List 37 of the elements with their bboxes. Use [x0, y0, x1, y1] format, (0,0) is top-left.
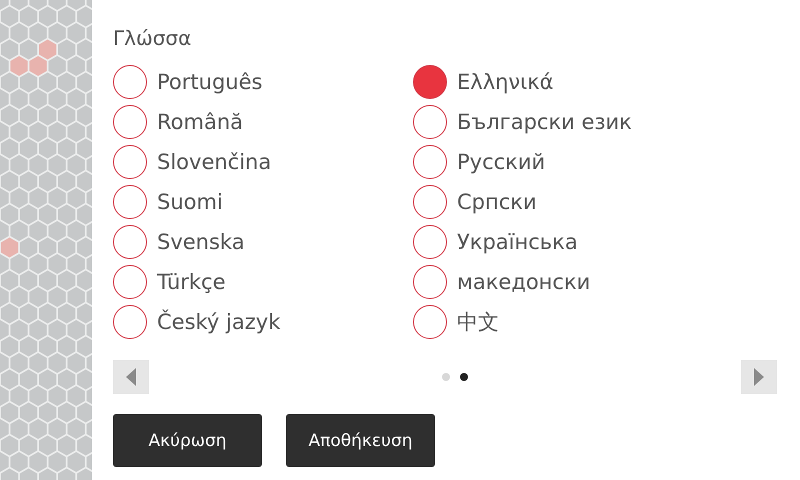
language-label[interactable]: Türkçe	[157, 270, 226, 294]
previous-page-button[interactable]	[113, 360, 149, 394]
language-label[interactable]: Český jazyk	[157, 310, 280, 334]
radio-button[interactable]	[413, 145, 447, 179]
language-label[interactable]: Suomi	[157, 190, 223, 214]
radio-button[interactable]	[113, 265, 147, 299]
radio-button[interactable]	[113, 305, 147, 339]
language-label[interactable]: Ελληνικά	[457, 70, 554, 94]
language-label[interactable]: Українська	[457, 230, 578, 254]
radio-button[interactable]	[413, 265, 447, 299]
language-label[interactable]: Português	[157, 70, 262, 94]
next-page-button[interactable]	[741, 360, 777, 394]
radio-button[interactable]	[413, 185, 447, 219]
language-label[interactable]: Svenska	[157, 230, 245, 254]
page-dot[interactable]	[460, 373, 468, 381]
save-button[interactable]: Αποθήκευση	[286, 414, 435, 467]
section-title: Γλώσσα	[113, 25, 192, 52]
language-label[interactable]: Slovenčina	[157, 150, 272, 174]
radio-button[interactable]	[413, 305, 447, 339]
radio-button[interactable]	[113, 145, 147, 179]
radio-button[interactable]	[113, 225, 147, 259]
page-dot[interactable]	[442, 373, 450, 381]
language-label[interactable]: Български език	[457, 110, 632, 134]
radio-button[interactable]	[413, 65, 447, 99]
left-triangle-icon	[126, 368, 136, 386]
language-label[interactable]: Română	[157, 110, 243, 134]
radio-button[interactable]	[113, 65, 147, 99]
radio-button[interactable]	[413, 225, 447, 259]
radio-button[interactable]	[113, 105, 147, 139]
radio-button[interactable]	[413, 105, 447, 139]
language-label[interactable]: Русский	[457, 150, 546, 174]
language-label[interactable]: Српски	[457, 190, 537, 214]
cancel-button[interactable]: Ακύρωση	[113, 414, 262, 467]
language-label[interactable]: 中文	[457, 308, 499, 336]
radio-button[interactable]	[113, 185, 147, 219]
language-label[interactable]: македонски	[457, 270, 590, 294]
right-triangle-icon	[754, 368, 764, 386]
